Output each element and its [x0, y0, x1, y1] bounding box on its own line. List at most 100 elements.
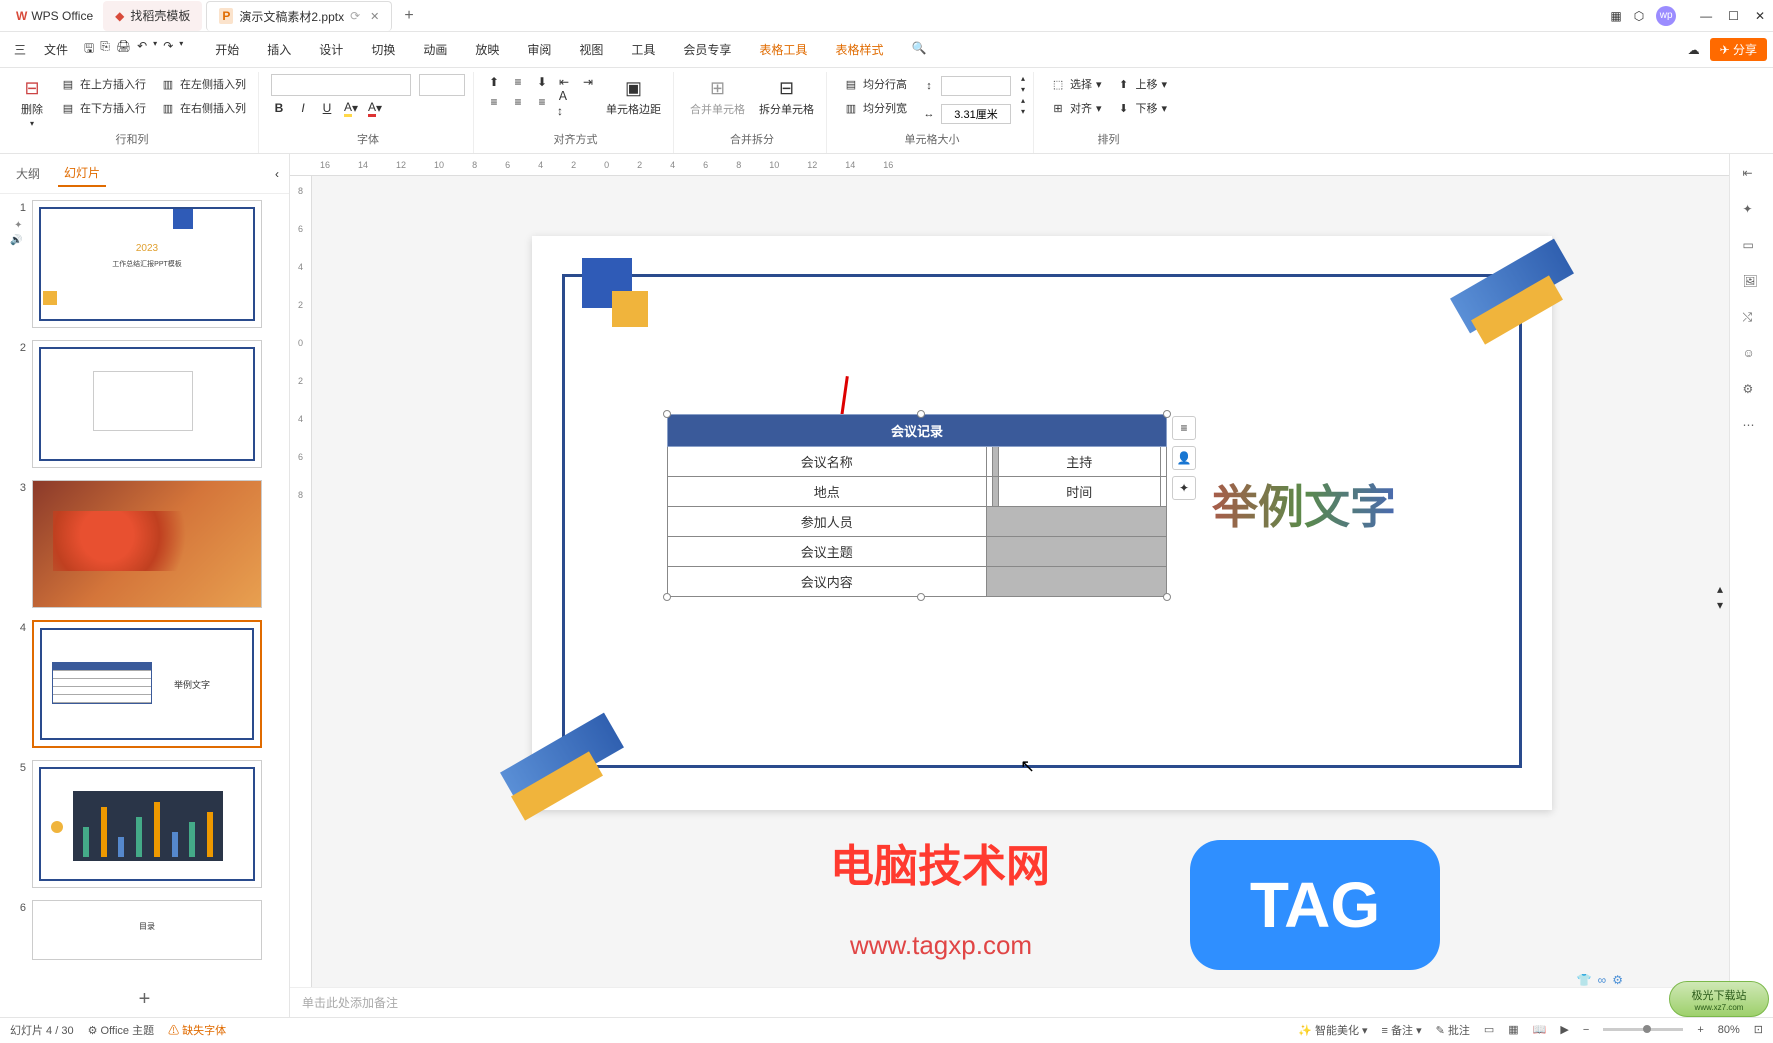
collapse-panel[interactable]: ‹: [275, 167, 279, 181]
bold-button[interactable]: B: [271, 100, 287, 116]
menu-slideshow[interactable]: 放映: [461, 35, 513, 64]
align-bottom[interactable]: ⬇: [534, 74, 550, 90]
tab-document[interactable]: P 演示文稿素材2.pptx ⟳ ✕: [206, 1, 392, 31]
spinner-down[interactable]: ▾: [1021, 85, 1025, 94]
hamburger-menu[interactable]: 三: [6, 37, 34, 62]
insert-row-above[interactable]: ▤在上方插入行: [56, 74, 150, 94]
thumb-5[interactable]: 5: [10, 760, 279, 888]
select-button[interactable]: ⬚选择▾: [1046, 74, 1106, 94]
notes-toggle[interactable]: ≡ 备注 ▾: [1382, 1022, 1422, 1038]
menu-animation[interactable]: 动画: [409, 35, 461, 64]
thumbnail[interactable]: [32, 760, 262, 888]
person-icon[interactable]: 👤: [1172, 446, 1196, 470]
tools-icon[interactable]: ⚙: [1743, 382, 1761, 400]
notes-pane[interactable]: 单击此处添加备注: [290, 987, 1729, 1017]
distribute-rows[interactable]: ▤均分行高: [839, 74, 911, 94]
menu-design[interactable]: 设计: [305, 35, 357, 64]
table-title[interactable]: 会议记录: [668, 415, 1167, 447]
menu-search[interactable]: 🔍: [897, 35, 940, 64]
indent-increase[interactable]: ⇥: [580, 74, 596, 90]
delete-button[interactable]: ⊟ 删除 ▾: [14, 74, 50, 131]
face-icon[interactable]: ☺: [1743, 346, 1761, 364]
tab-slides[interactable]: 幻灯片: [58, 160, 106, 187]
redo-icon[interactable]: ↷: [163, 39, 173, 60]
thumb-6[interactable]: 6 目录: [10, 900, 279, 960]
cell-label[interactable]: 参加人员: [668, 507, 987, 537]
align-top[interactable]: ⬆: [486, 74, 502, 90]
redo-dropdown-icon[interactable]: ▾: [179, 39, 183, 60]
tab-outline[interactable]: 大纲: [10, 161, 46, 186]
thumbnail[interactable]: 2023 工作总结汇报PPT模板: [32, 200, 262, 328]
align-center[interactable]: ≡: [510, 94, 526, 110]
cell-label[interactable]: 地点: [668, 477, 987, 507]
underline-button[interactable]: U: [319, 100, 335, 116]
beautify-button[interactable]: ✨ 智能美化 ▾: [1298, 1022, 1367, 1038]
tab-sync-icon[interactable]: ⟳: [350, 9, 360, 23]
align-middle[interactable]: ≡: [510, 74, 526, 90]
insert-col-right[interactable]: ▥在右侧插入列: [156, 98, 250, 118]
highlight-button[interactable]: A▾: [343, 100, 359, 116]
cell-label[interactable]: 时间: [998, 477, 1160, 507]
menu-vip[interactable]: 会员专享: [669, 35, 745, 64]
thumbnail[interactable]: [32, 340, 262, 468]
comments-toggle[interactable]: ✎ 批注: [1436, 1022, 1470, 1038]
zoom-level[interactable]: 80%: [1718, 1024, 1740, 1036]
move-down[interactable]: ⬇下移▾: [1112, 98, 1172, 118]
thumbnail[interactable]: 目录: [32, 900, 262, 960]
new-tab-button[interactable]: +: [394, 7, 423, 25]
resize-handle[interactable]: [663, 410, 671, 418]
view-sorter[interactable]: ▦: [1508, 1023, 1518, 1036]
save-icon[interactable]: 🖫: [84, 39, 94, 60]
thumb-3[interactable]: 3: [10, 480, 279, 608]
shuffle-icon[interactable]: ⤭: [1743, 310, 1761, 328]
menu-transition[interactable]: 切换: [357, 35, 409, 64]
slide-icon[interactable]: ▭: [1743, 238, 1761, 256]
font-color-button[interactable]: A▾: [367, 100, 383, 116]
width-input[interactable]: [941, 104, 1011, 124]
minimize-button[interactable]: —: [1700, 9, 1712, 23]
insert-row-below[interactable]: ▤在下方插入行: [56, 98, 150, 118]
cube-icon[interactable]: ⬡: [1634, 9, 1644, 23]
cloud-icon[interactable]: ☁: [1688, 43, 1700, 57]
close-button[interactable]: ✕: [1755, 9, 1765, 23]
thumb-1[interactable]: 1 ✦🔊 2023 工作总结汇报PPT模板: [10, 200, 279, 328]
view-normal[interactable]: ▭: [1484, 1023, 1494, 1036]
resize-handle[interactable]: [663, 593, 671, 601]
slide-canvas[interactable]: 会议记录 会议名称 主持 地点: [532, 236, 1552, 810]
slide-counter[interactable]: 幻灯片 4 / 30: [10, 1022, 74, 1038]
missing-font[interactable]: ⚠ 缺失字体: [168, 1022, 226, 1038]
zoom-slider[interactable]: [1603, 1028, 1683, 1031]
align-right[interactable]: ≡: [534, 94, 550, 110]
cell[interactable]: [1160, 477, 1166, 507]
resize-handle[interactable]: [1163, 410, 1171, 418]
menu-tools[interactable]: 工具: [617, 35, 669, 64]
resize-handle[interactable]: [917, 593, 925, 601]
spinner-up[interactable]: ▴: [1021, 96, 1025, 105]
cell-label[interactable]: 会议名称: [668, 447, 987, 477]
expand-icon[interactable]: ⇤: [1743, 166, 1761, 184]
cell-label[interactable]: 会议内容: [668, 567, 987, 597]
menu-review[interactable]: 审阅: [513, 35, 565, 64]
italic-button[interactable]: I: [295, 100, 311, 116]
font-family-combo[interactable]: [271, 74, 411, 96]
text-direction[interactable]: Ａ↕: [556, 94, 572, 110]
spinner-up[interactable]: ▴: [1021, 74, 1025, 83]
infinity-icon[interactable]: ∞: [1598, 973, 1607, 987]
spinner-down[interactable]: ▾: [1021, 107, 1025, 116]
distribute-cols[interactable]: ▥均分列宽: [839, 98, 911, 118]
gear-icon[interactable]: ⚙: [1612, 973, 1623, 987]
thumbnail-list[interactable]: 1 ✦🔊 2023 工作总结汇报PPT模板 2 3: [0, 194, 289, 982]
maximize-button[interactable]: ☐: [1728, 9, 1739, 23]
menu-view[interactable]: 视图: [565, 35, 617, 64]
menu-table-style[interactable]: 表格样式: [821, 35, 897, 64]
user-avatar[interactable]: wp: [1656, 6, 1676, 26]
preview-icon[interactable]: 🖨: [116, 39, 131, 60]
thumbnail[interactable]: 举例文字: [32, 620, 262, 748]
resize-handle[interactable]: [917, 410, 925, 418]
cell[interactable]: [986, 537, 1166, 567]
insert-col-left[interactable]: ▥在左侧插入列: [156, 74, 250, 94]
nav-up[interactable]: ▴: [1717, 582, 1723, 596]
menu-insert[interactable]: 插入: [253, 35, 305, 64]
merge-cells[interactable]: ⊞ 合并单元格: [686, 74, 749, 120]
thumb-4[interactable]: 4 举例文字: [10, 620, 279, 748]
